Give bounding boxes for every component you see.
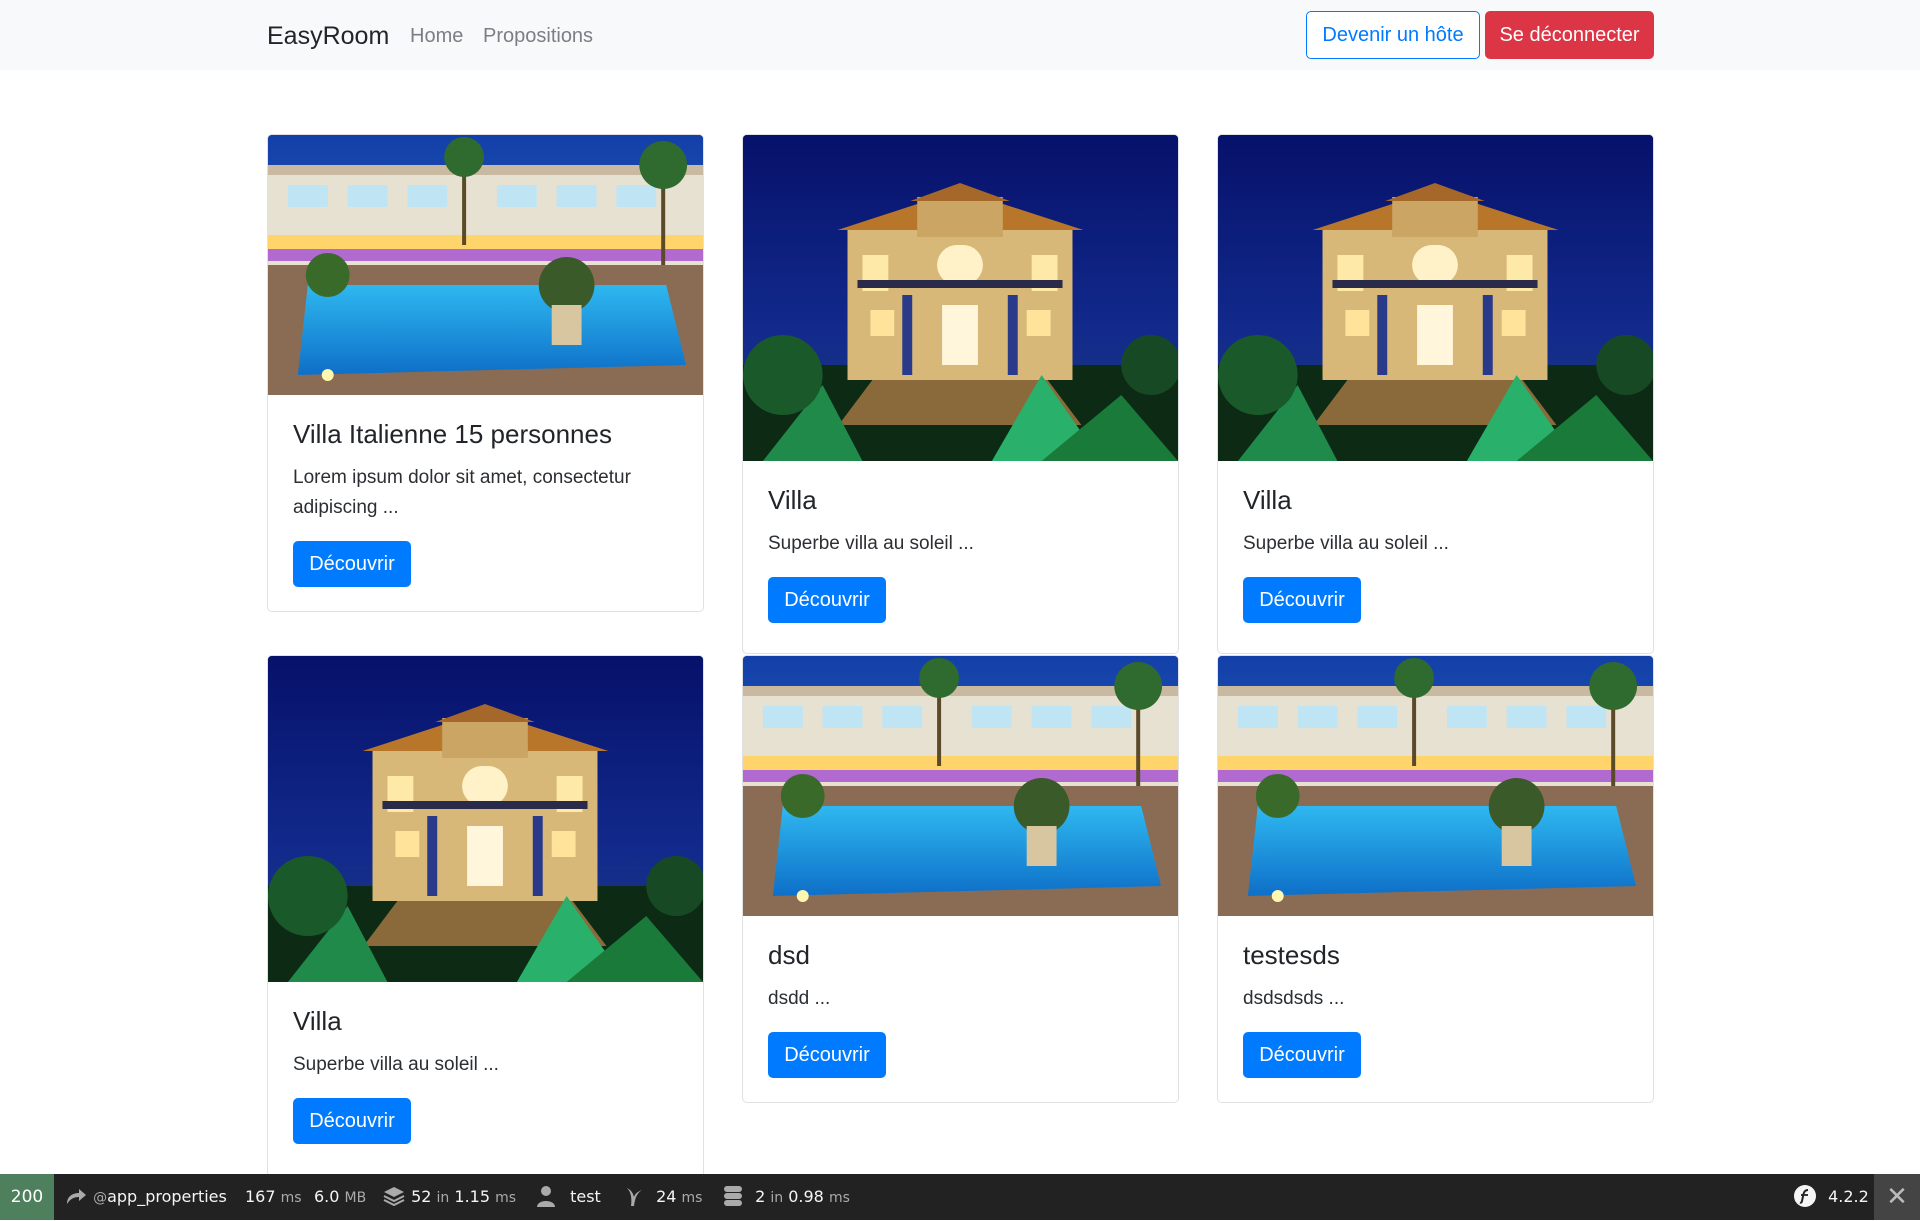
discover-button[interactable]: Découvrir: [768, 577, 886, 623]
memory-unit: MB: [344, 1190, 367, 1206]
property-card: Villa Italienne 15 personnes Lorem ipsum…: [267, 134, 704, 612]
card-description: dsdsdsds ...: [1243, 988, 1345, 1009]
twig-unit: ms: [681, 1190, 703, 1206]
cache-unit: ms: [495, 1190, 517, 1206]
route-item[interactable]: @app_properties: [64, 1174, 227, 1220]
symfony-version-item[interactable]: 4.2.2: [1793, 1174, 1869, 1220]
card-description: Superbe villa au soleil ...: [293, 1054, 499, 1075]
redirect-arrow-icon: [67, 1189, 86, 1204]
cache-count: 52: [411, 1187, 432, 1206]
discover-button[interactable]: Découvrir: [768, 1032, 886, 1078]
discover-button[interactable]: Découvrir: [293, 1098, 411, 1144]
db-in-label: in: [770, 1190, 784, 1206]
symfony-logo-icon: [1794, 1185, 1816, 1207]
logout-button[interactable]: Se déconnecter: [1485, 11, 1654, 59]
layers-icon: [383, 1187, 405, 1207]
card-title: Villa: [768, 485, 817, 515]
card-title: Villa Italienne 15 personnes: [293, 419, 612, 449]
twig-icon: [627, 1188, 642, 1206]
time-item[interactable]: 167 ms: [245, 1174, 302, 1220]
nav-link-propositions[interactable]: Propositions: [483, 24, 593, 48]
db-time: 0.98: [788, 1187, 824, 1206]
property-image[interactable]: [1218, 135, 1653, 461]
card-description: Superbe villa au soleil ...: [1243, 533, 1449, 554]
database-icon: [724, 1186, 742, 1206]
property-image[interactable]: [268, 656, 703, 982]
cache-time: 1.15: [454, 1187, 491, 1206]
cache-item[interactable]: 52 in 1.15 ms: [382, 1174, 516, 1220]
time-unit: ms: [280, 1190, 302, 1206]
property-card: dsd dsdd ... Découvrir: [742, 655, 1179, 1103]
user-icon: [537, 1186, 555, 1207]
discover-button[interactable]: Découvrir: [1243, 1032, 1361, 1078]
brand[interactable]: EasyRoom: [267, 20, 389, 52]
discover-button[interactable]: Découvrir: [293, 541, 411, 587]
property-image[interactable]: [268, 135, 703, 395]
db-unit: ms: [828, 1190, 850, 1206]
twig-time: 24: [656, 1187, 677, 1206]
twig-item[interactable]: 24 ms: [623, 1174, 702, 1220]
request-time: 167: [245, 1187, 276, 1206]
close-toolbar-icon[interactable]: ✕: [1874, 1174, 1920, 1220]
route-prefix: @: [93, 1190, 108, 1206]
property-card: Villa Superbe villa au soleil ... Découv…: [267, 655, 704, 1185]
property-card: Villa Superbe villa au soleil ... Découv…: [742, 134, 1179, 654]
property-image[interactable]: [1218, 656, 1653, 916]
user-item[interactable]: test: [535, 1174, 601, 1220]
card-description: Superbe villa au soleil ...: [768, 533, 974, 554]
card-title: Villa: [293, 1006, 342, 1036]
cache-in-label: in: [436, 1190, 450, 1206]
discover-button[interactable]: Découvrir: [1243, 577, 1361, 623]
property-card: Villa Superbe villa au soleil ... Découv…: [1217, 134, 1654, 654]
database-item[interactable]: 2 in 0.98 ms: [722, 1174, 850, 1220]
card-title: Villa: [1243, 485, 1292, 515]
memory-value: 6.0: [314, 1187, 340, 1206]
card-title: testesds: [1243, 940, 1340, 970]
navbar: EasyRoom Home Propositions Devenir un hô…: [0, 0, 1920, 70]
property-card: testesds dsdsdsds ... Découvrir: [1217, 655, 1654, 1103]
card-title: dsd: [768, 940, 810, 970]
user-name: test: [570, 1187, 601, 1206]
memory-item[interactable]: 6.0 MB: [314, 1174, 366, 1220]
status-code-badge[interactable]: 200: [0, 1174, 54, 1220]
db-query-count: 2: [755, 1187, 766, 1206]
property-image[interactable]: [743, 656, 1178, 916]
route-name: app_properties: [107, 1187, 227, 1206]
symfony-version: 4.2.2: [1828, 1187, 1869, 1206]
card-description: dsdd ...: [768, 988, 831, 1009]
debug-toolbar: 200 @app_properties 167 ms 6.0 MB 52 in …: [0, 1174, 1920, 1220]
property-image[interactable]: [743, 135, 1178, 461]
card-description: Lorem ipsum dolor sit amet, consectetur …: [293, 467, 631, 518]
nav-link-home[interactable]: Home: [410, 24, 463, 48]
become-host-button[interactable]: Devenir un hôte: [1306, 11, 1480, 59]
